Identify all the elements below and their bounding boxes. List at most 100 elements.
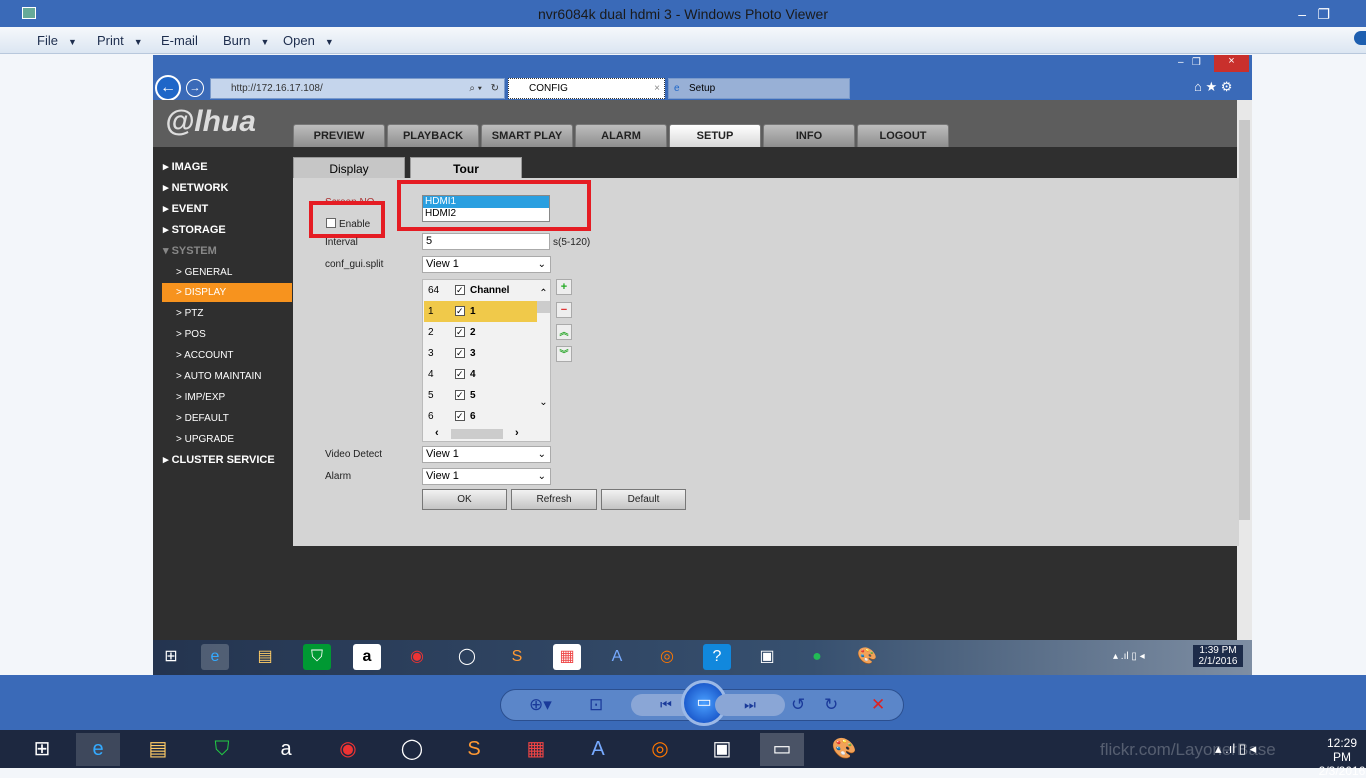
sidebar-item-ptz[interactable]: > PTZ [162,304,292,323]
horizontal-scrollbar[interactable]: ‹ › [423,427,536,441]
minimize-button[interactable]: – [1298,0,1306,28]
sidebar-item-auto-maintain[interactable]: > AUTO MAINTAIN [162,367,292,386]
store-icon[interactable]: ⛉ [303,644,331,670]
sidebar-item-upgrade[interactable]: > UPGRADE [162,430,292,449]
channel-row[interactable]: 1 ✓ 1 [424,301,537,322]
zoom-icon[interactable]: ⊕▾ [529,695,552,715]
alarm-select[interactable]: View 1 ⌄ [422,468,551,485]
scrollbar[interactable] [1237,100,1252,640]
ie-icon[interactable]: e [201,644,229,670]
remove-button[interactable]: − [556,302,572,318]
nav-playback[interactable]: PLAYBACK [387,124,479,147]
channel-row[interactable]: 5 ✓ 5 [424,385,537,406]
sidebar-item-display[interactable]: > DISPLAY [162,283,292,302]
address-bar[interactable]: http://172.16.17.108/⌕ ▾ ↻ [210,78,505,99]
split-select[interactable]: View 1 ⌄ [422,256,551,273]
chat-icon[interactable]: ◯ [453,644,481,670]
amazon-icon[interactable]: a [264,733,308,766]
nav-setup[interactable]: SETUP [669,124,761,147]
origin-icon[interactable]: ◎ [638,733,682,766]
wordpad-icon[interactable]: A [576,733,620,766]
delete-icon[interactable]: ✕ [871,695,885,715]
nav-alarm[interactable]: ALARM [575,124,667,147]
windows-start-icon[interactable]: ⊞ [20,733,64,766]
ok-button[interactable]: OK [422,489,507,510]
hangouts-icon[interactable]: ● [803,644,831,670]
clock[interactable]: 12:29 PM 2/3/2016 [1318,736,1366,778]
back-button[interactable]: ← [155,75,181,101]
sidebar-item-image[interactable]: ▸ IMAGE [163,158,293,177]
paint-icon[interactable]: 🎨 [853,644,881,670]
rotate-left-icon[interactable]: ↺ [791,695,805,715]
interval-input[interactable]: 5 [422,233,550,250]
channel-row[interactable]: 3 ✓ 3 [424,343,537,364]
fit-window-icon[interactable]: ⊡ [589,695,603,715]
add-button[interactable]: + [556,279,572,295]
chrome-icon[interactable]: ◉ [326,733,370,766]
checkbox-checked[interactable]: ✓ [455,285,465,295]
menu-email[interactable]: E-mail [161,33,198,48]
channel-row[interactable]: 2 ✓ 2 [424,322,537,343]
sidebar-item-imp-exp[interactable]: > IMP/EXP [162,388,292,407]
wordpad-icon[interactable]: A [603,644,631,670]
chat-icon[interactable]: ◯ [390,733,434,766]
menu-file[interactable]: File ▼ [37,33,77,48]
checkbox-checked[interactable]: ✓ [455,390,465,400]
channel-row[interactable]: 6 ✓ 6 [424,406,537,427]
menu-print[interactable]: Print ▼ [97,33,143,48]
chrome-icon[interactable]: ◉ [403,644,431,670]
photo-viewer-icon[interactable]: ▭ [760,733,804,766]
sidebar-item-event[interactable]: ▸ EVENT [163,200,293,219]
file-explorer-icon[interactable]: ▤ [136,733,180,766]
tab-config[interactable]: CONFIG × [508,78,665,99]
help-icon[interactable]: ? [703,644,731,670]
inner-clock[interactable]: 1:39 PM 2/1/2016 [1193,645,1243,667]
move-down-button[interactable]: ︾ [556,346,572,362]
store-icon[interactable]: ⛉ [200,733,244,766]
checkbox-checked[interactable]: ✓ [455,327,465,337]
sidebar-item-network[interactable]: ▸ NETWORK [163,179,293,198]
refresh-icon[interactable]: ↻ [491,79,499,98]
menu-burn[interactable]: Burn ▼ [223,33,269,48]
reader-icon[interactable]: ▣ [753,644,781,670]
minimize-button[interactable]: – ❐ [1178,57,1201,68]
close-tab-icon[interactable]: × [654,79,660,98]
checkbox-checked[interactable]: ✓ [455,411,465,421]
apps-grid-icon[interactable]: ▦ [514,733,558,766]
sidebar-item-storage[interactable]: ▸ STORAGE [163,221,293,240]
sidebar-item-cluster-service[interactable]: ▸ CLUSTER SERVICE [163,451,303,470]
refresh-button[interactable]: Refresh [511,489,597,510]
channel-row[interactable]: 4 ✓ 4 [424,364,537,385]
rotate-right-icon[interactable]: ↻ [824,695,838,715]
nav-logout[interactable]: LOGOUT [857,124,949,147]
nav-preview[interactable]: PREVIEW [293,124,385,147]
sublime-icon[interactable]: S [452,733,496,766]
vertical-scrollbar[interactable]: ⌃ ⌄ [537,288,550,418]
forward-button[interactable]: → [186,79,204,97]
enable-checkbox[interactable] [326,218,336,228]
video-detect-select[interactable]: View 1 ⌄ [422,446,551,463]
nav-smart-play[interactable]: SMART PLAY [481,124,573,147]
nav-info[interactable]: INFO [763,124,855,147]
default-button[interactable]: Default [601,489,686,510]
menu-open[interactable]: Open ▼ [283,33,334,48]
help-icon[interactable] [1354,31,1366,45]
move-up-button[interactable]: ︽ [556,324,572,340]
sidebar-item-default[interactable]: > DEFAULT [162,409,292,428]
amazon-icon[interactable]: a [353,644,381,670]
ie-icon[interactable]: e [76,733,120,766]
restore-button[interactable]: ❐ [1317,0,1330,28]
system-tray[interactable]: ▴ .ıl ▯ ◂ [1215,741,1256,757]
checkbox-checked[interactable]: ✓ [455,369,465,379]
origin-icon[interactable]: ◎ [653,644,681,670]
subtab-tour[interactable]: Tour [410,157,522,179]
channel-list[interactable]: 64✓Channel Group 1✓1 2✓2 3✓3 4✓4 5✓5 6✓6… [422,279,551,442]
sidebar-item-general[interactable]: > GENERAL [162,263,292,282]
sidebar-item-pos[interactable]: > POS [162,325,292,344]
sidebar-item-system[interactable]: ▾ SYSTEM [163,242,293,261]
search-icon[interactable]: ⌕ ▾ [469,79,482,98]
tab-setup[interactable]: e Setup [668,78,850,99]
close-button[interactable]: × [1214,55,1249,72]
subtab-display[interactable]: Display [293,157,405,179]
windows-start-icon[interactable]: ⊞ [157,644,185,670]
